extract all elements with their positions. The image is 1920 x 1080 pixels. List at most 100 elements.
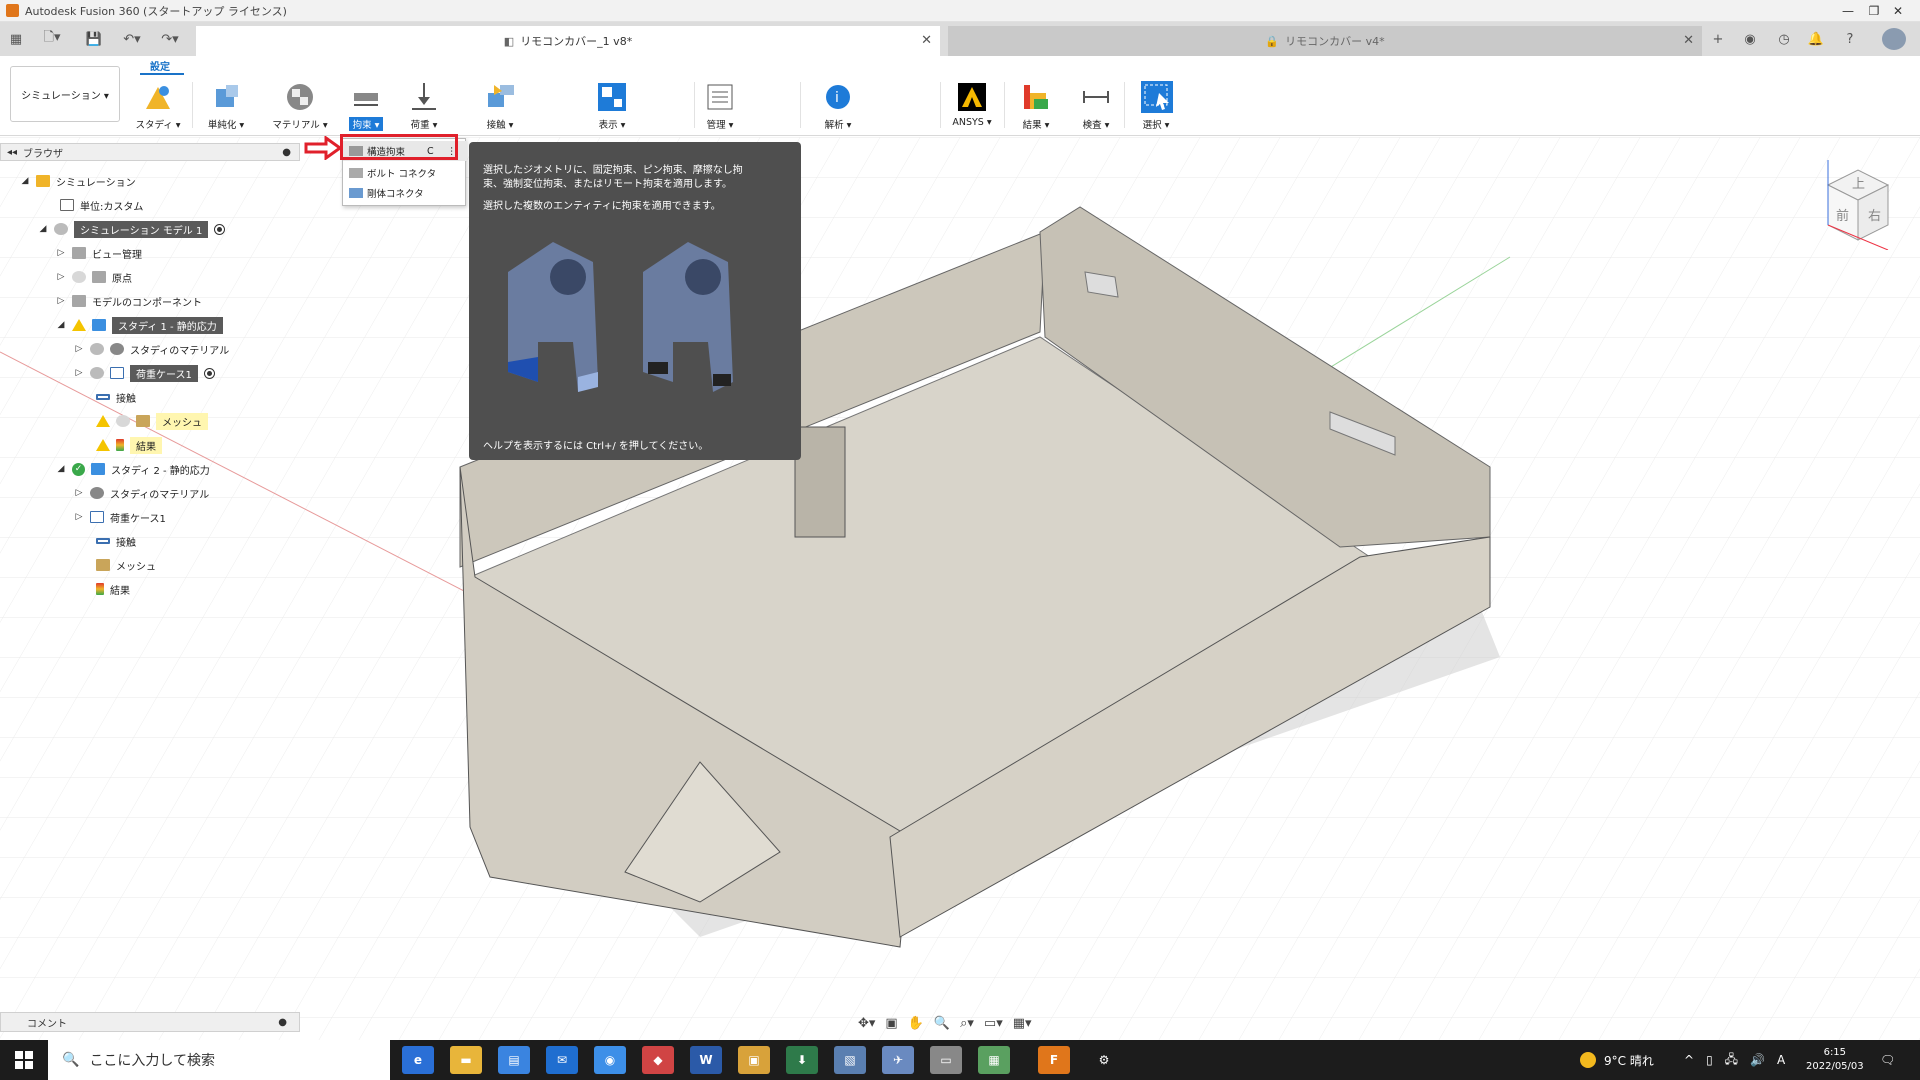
tab-active-document[interactable]: ◧ リモコンカバー_1 v8* ✕ [196,26,940,56]
tree-study2-contact[interactable]: 接触 [96,531,136,551]
app-icon[interactable]: ◆ [642,1046,674,1074]
expand-triangle-icon[interactable]: ▷ [56,248,66,258]
ime-indicator[interactable]: A [1777,1053,1785,1067]
close-tab-icon[interactable]: ✕ [1683,33,1694,48]
app-grid-icon[interactable]: ▦ [6,28,26,50]
help-icon[interactable]: ? [1840,28,1860,50]
eye-hidden-icon[interactable] [72,271,86,283]
tab-setup[interactable]: 設定 [150,58,170,73]
store-icon[interactable]: ▤ [498,1046,530,1074]
expand-triangle-icon[interactable]: ▷ [56,272,66,282]
eye-hidden-icon[interactable] [116,415,130,427]
inspect-tool[interactable]: 検査 ▾ [1068,80,1124,132]
app-icon[interactable]: ✈ [882,1046,914,1074]
app-icon[interactable]: ⬇ [786,1046,818,1074]
word-icon[interactable]: W [690,1046,722,1074]
view-cube[interactable]: 上 前 右 [1818,160,1898,250]
notification-center-icon[interactable]: 🗨 [1880,1040,1895,1080]
tab-inactive-document[interactable]: 🔒 リモコンカバー v4* ✕ [948,26,1702,56]
notifications-icon[interactable]: 🔔 [1806,28,1826,50]
tree-study1-loadcase[interactable]: ▷ 荷重ケース1 [74,363,215,383]
close-window-button[interactable]: ✕ [1876,0,1920,22]
tree-study2-loadcase[interactable]: ▷ 荷重ケース1 [74,507,166,527]
study-tool[interactable]: スタディ ▾ [130,80,186,132]
tree-origin[interactable]: ▷ 原点 [56,267,132,287]
taskbar-search[interactable]: 🔍 ここに入力して検索 [48,1040,390,1080]
device-icon[interactable]: ▯ [1706,1053,1713,1067]
collapse-triangle-icon[interactable]: ◢ [56,464,66,474]
extensions-icon[interactable]: ◉ [1740,28,1760,50]
browser-panel-header[interactable]: ◂◂ ブラウザ ● [0,143,300,161]
clock[interactable]: 6:15 2022/05/03 [1806,1040,1864,1080]
mail-icon[interactable]: ✉ [546,1046,578,1074]
app-icon[interactable]: ◉ [594,1046,626,1074]
load-tool[interactable]: 荷重 ▾ [396,80,452,132]
material-tool[interactable]: マテリアル ▾ [272,80,328,132]
expand-triangle-icon[interactable]: ▷ [74,488,84,498]
user-avatar[interactable] [1882,28,1906,50]
grid-settings-icon[interactable]: ▦▾ [1013,1016,1032,1031]
settings-gear-icon[interactable]: ⚙ [1088,1046,1120,1074]
menu-item-rigid-connector[interactable]: 剛体コネクタ [343,183,467,203]
tree-units[interactable]: 単位:カスタム [60,195,143,215]
add-comment-icon[interactable]: ● [278,1017,287,1028]
results-tool[interactable]: 結果 ▾ [1008,80,1064,132]
photos-icon[interactable]: ▣ [738,1046,770,1074]
collapse-panel-icon[interactable]: ◂◂ [7,147,17,158]
tree-study2-materials[interactable]: ▷ スタディのマテリアル [74,483,209,503]
save-icon[interactable]: 💾 [84,28,104,50]
windows-start-icon[interactable] [8,1046,40,1074]
tree-model-components[interactable]: ▷ モデルのコンポーネント [56,291,202,311]
orbit-icon[interactable]: ✥▾ [858,1016,875,1031]
tree-study1-materials[interactable]: ▷ スタディのマテリアル [74,339,229,359]
manage-tool[interactable]: 管理 ▾ [692,80,748,132]
expand-triangle-icon[interactable]: ▷ [74,512,84,522]
eye-icon[interactable] [54,223,68,235]
expand-triangle-icon[interactable]: ▷ [74,344,84,354]
close-tab-icon[interactable]: ✕ [921,33,932,48]
eye-icon[interactable] [90,343,104,355]
tree-sim-model[interactable]: ◢ シミュレーション モデル 1 [38,219,226,239]
display-tool[interactable]: 表示 ▾ [584,80,640,132]
tree-study-2[interactable]: ◢ ✓ スタディ 2 - 静的応力 [56,459,210,479]
ansys-tool[interactable]: ANSYS ▾ [944,80,1000,132]
comments-panel[interactable]: コメント ● [0,1012,300,1032]
file-explorer-icon[interactable]: ▬ [450,1046,482,1074]
tree-study-1[interactable]: ◢ スタディ 1 - 静的応力 [56,315,223,335]
look-at-icon[interactable]: ▣ [885,1016,897,1031]
chevron-up-icon[interactable]: ^ [1684,1053,1694,1067]
constraint-tool[interactable]: 拘束 ▾ [338,80,394,132]
display-settings-icon[interactable]: ▭▾ [984,1016,1003,1031]
file-menu-icon[interactable]: 🗋▾ [36,28,68,50]
expand-triangle-icon[interactable]: ▷ [56,296,66,306]
viewport-3d[interactable] [0,137,1920,1040]
collapse-triangle-icon[interactable]: ◢ [56,320,66,330]
zoom-icon[interactable]: 🔍 [934,1016,950,1031]
redo-icon[interactable]: ↷▾ [154,28,186,50]
select-tool[interactable]: 選択 ▾ [1128,80,1184,132]
menu-item-bolt-connector[interactable]: ボルト コネクタ [343,163,467,183]
fit-icon[interactable]: ⌕▾ [960,1016,974,1031]
pan-icon[interactable]: ✋ [908,1016,924,1031]
tree-study2-mesh[interactable]: メッシュ [96,555,156,575]
expand-triangle-icon[interactable]: ▷ [74,368,84,378]
collapse-triangle-icon[interactable]: ◢ [20,176,30,186]
app-icon[interactable]: ▦ [978,1046,1010,1074]
undo-icon[interactable]: ↶▾ [116,28,148,50]
job-status-icon[interactable]: ◷ [1774,28,1794,50]
active-radio-icon[interactable] [203,367,215,379]
edge-icon[interactable]: e [402,1046,434,1074]
network-icon[interactable]: 🖧 [1725,1050,1738,1071]
new-tab-icon[interactable]: + [1708,28,1728,50]
active-radio-icon[interactable] [214,223,226,235]
app-icon[interactable]: ▭ [930,1046,962,1074]
weather-widget[interactable]: 9°C 晴れ [1580,1040,1654,1080]
tree-study1-results[interactable]: 結果 [96,435,162,455]
eye-icon[interactable] [90,367,104,379]
volume-icon[interactable]: 🔊 [1750,1053,1765,1067]
contact-tool[interactable]: 接触 ▾ [472,80,528,132]
tree-study1-contact[interactable]: 接触 [96,387,136,407]
tree-simulation-root[interactable]: ◢ シミュレーション [20,171,136,191]
pin-icon[interactable]: ● [282,147,291,158]
tree-study2-results[interactable]: 結果 [96,579,130,599]
